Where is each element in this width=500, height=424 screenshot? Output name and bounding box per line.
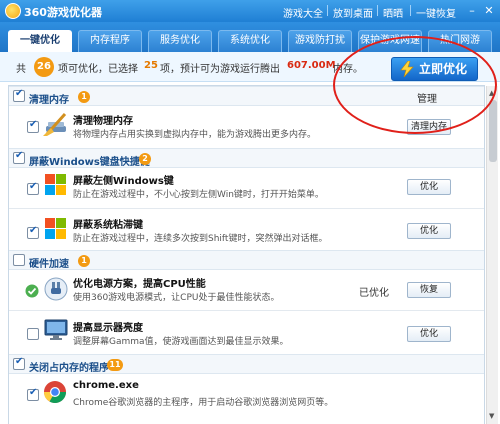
item-title: 清理物理内存 (73, 116, 133, 127)
item-title: 屏蔽左侧Windows键 (73, 176, 174, 187)
item-title: 优化电源方案，提高CPU性能 (73, 279, 206, 290)
section-title: 硬件加速 (29, 259, 69, 270)
optimize-now-button[interactable]: 立即优化 (391, 57, 478, 81)
summary-text-2: 项，预计可为游戏运行腾出 (160, 64, 280, 75)
section-title: 清理内存 (29, 95, 69, 106)
optimize-button[interactable]: 优化 (407, 326, 451, 342)
item-checkbox[interactable] (27, 181, 39, 195)
memory-amount: 607.00M (287, 60, 336, 71)
section-title: 关闭占内存的程序 (29, 363, 109, 374)
item-description: 将物理内存占用实换到虚拟内存中，能为游戏腾出更多内存。 (73, 130, 317, 140)
vertical-scrollbar[interactable]: ▲ ▼ (486, 86, 498, 424)
selected-count: 25 (144, 60, 158, 71)
section-checkbox[interactable] (13, 150, 25, 164)
item-title: 屏蔽系统粘滞键 (73, 220, 143, 231)
item-description: 防止在游戏过程中，连续多次按到Shift键时，突然弹出对话框。 (73, 234, 328, 244)
link-restore[interactable]: 一键恢复 (416, 5, 456, 20)
tab-service-optimize[interactable]: 服务优化 (148, 30, 212, 52)
optimize-button[interactable]: 优化 (407, 179, 451, 195)
item-description: 防止在游戏过程中，不小心按到左侧Win键时，打开开始菜单。 (73, 190, 324, 200)
scroll-thumb[interactable] (489, 100, 497, 162)
item-title: chrome.exe (73, 380, 139, 391)
title-bar: 360游戏优化器 游戏大全 放到桌面 晒晒 一键恢复 – ✕ (0, 0, 500, 22)
item-description: 调整屏幕Gamma值，使游戏画面达到最佳显示效果。 (73, 337, 289, 347)
section-checkbox[interactable] (13, 356, 25, 370)
title-separator (377, 5, 378, 16)
app-title: 360游戏优化器 (24, 6, 102, 19)
item-checkbox[interactable] (27, 387, 39, 401)
title-separator (410, 5, 411, 16)
power-plug-icon (44, 277, 68, 301)
scroll-up-arrow-icon[interactable]: ▲ (489, 89, 497, 97)
summary-suffix: 内存。 (333, 64, 363, 75)
broom-icon (43, 112, 67, 136)
chrome-icon (44, 381, 66, 403)
tab-system-optimize[interactable]: 系统优化 (218, 30, 282, 52)
tab-hot-games[interactable]: 热门网游 (428, 30, 492, 52)
tab-network-protect[interactable]: 保护游戏网速 (358, 30, 422, 52)
link-share[interactable]: 晒晒 (383, 5, 403, 20)
app-logo-icon (5, 3, 21, 19)
optimization-list: 清理内存 1 管理 清理物理内存 将物理内存占用实换到虚拟内存中，能为游戏腾出更… (8, 85, 485, 424)
title-separator (327, 5, 328, 16)
total-count-badge: 26 (34, 57, 54, 77)
item-checkbox[interactable] (27, 328, 39, 340)
divider (9, 310, 484, 311)
section-block-windows-keys: 屏蔽Windows键盘快捷键 2 (9, 148, 484, 168)
divider (9, 208, 484, 209)
app-window: 360游戏优化器 游戏大全 放到桌面 晒晒 一键恢复 – ✕ 一键优化 内存程序… (0, 0, 500, 424)
tab-memory-programs[interactable]: 内存程序 (78, 30, 142, 52)
item-checkbox[interactable] (27, 119, 39, 133)
section-count-badge: 1 (78, 255, 90, 267)
section-clean-memory: 清理内存 1 管理 (9, 86, 484, 106)
check-circle-icon (25, 284, 39, 298)
lightning-icon (400, 61, 414, 77)
monitor-icon (44, 319, 68, 340)
item-description: Chrome谷歌浏览器的主程序，用于启动谷歌浏览器浏览网页等。 (73, 398, 334, 408)
minimize-button[interactable]: – (465, 3, 479, 19)
item-description: 使用360游戏电源模式，让CPU处于最佳性能状态。 (73, 293, 280, 303)
close-button[interactable]: ✕ (482, 3, 496, 19)
section-hardware-acceleration: 硬件加速 1 (9, 250, 484, 270)
summary-text-1: 项可优化，已选择 (58, 64, 138, 75)
scroll-down-arrow-icon[interactable]: ▼ (489, 412, 497, 420)
section-count-badge: 1 (78, 91, 90, 103)
section-checkbox[interactable] (13, 254, 25, 266)
optimized-status: 已优化 (359, 288, 389, 299)
restore-button[interactable]: 恢复 (407, 282, 451, 298)
tab-bar: 一键优化 内存程序 服务优化 系统优化 游戏防打扰 保护游戏网速 热门网游 (0, 22, 500, 52)
tab-no-disturb[interactable]: 游戏防打扰 (288, 30, 352, 52)
section-close-memory-programs: 关闭占内存的程序 11 (9, 354, 484, 374)
section-checkbox[interactable] (13, 88, 25, 102)
optimize-now-label: 立即优化 (419, 62, 468, 76)
section-title: 屏蔽Windows键盘快捷键 (29, 157, 150, 168)
section-count-badge: 11 (107, 359, 123, 371)
link-game-list[interactable]: 游戏大全 (283, 5, 323, 20)
item-checkbox[interactable] (27, 225, 39, 239)
windows-logo-icon (45, 218, 66, 239)
summary-prefix: 共 (16, 64, 26, 75)
section-count-badge: 2 (139, 153, 151, 165)
link-put-desktop[interactable]: 放到桌面 (333, 5, 373, 20)
manage-column-header: 管理 (417, 94, 437, 105)
item-title: 提高显示器亮度 (73, 323, 143, 334)
windows-logo-icon (45, 174, 66, 195)
tab-one-click[interactable]: 一键优化 (8, 30, 72, 52)
clean-memory-button[interactable]: 清理内存 (407, 119, 451, 135)
optimize-button[interactable]: 优化 (407, 223, 451, 239)
